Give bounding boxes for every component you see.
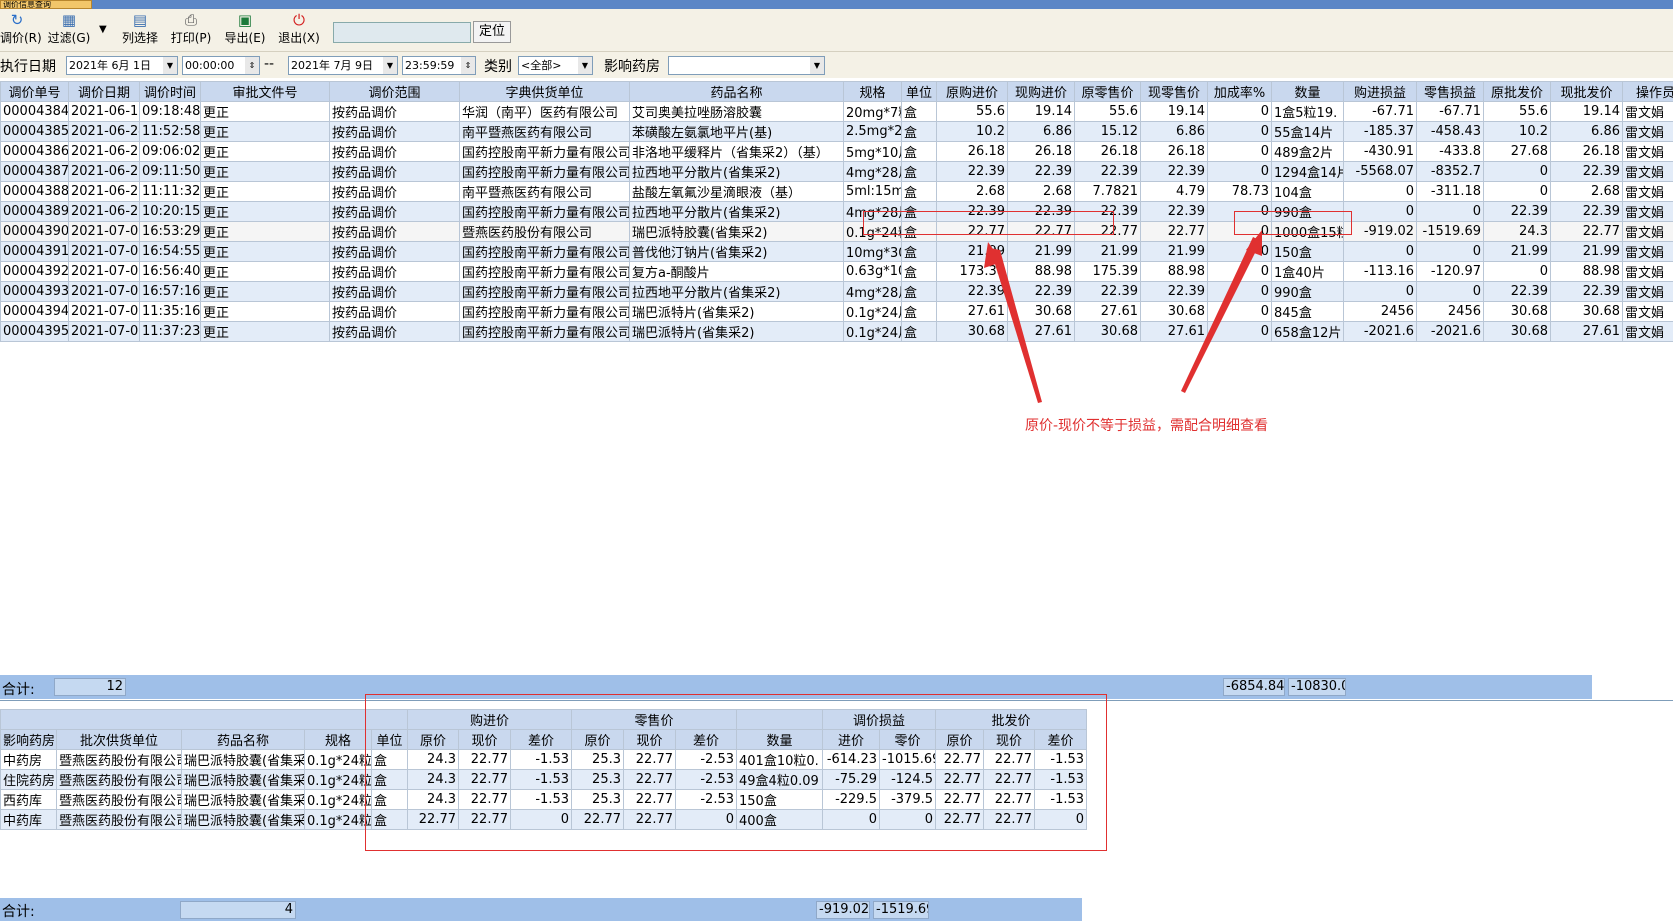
summary-purchase-loss: -6854.84 xyxy=(1223,678,1285,696)
arrow-left-icon xyxy=(990,248,1042,403)
detail-summary-count: 4 xyxy=(180,901,296,919)
table-cell: 瑞巴派特胶囊(省集采2) xyxy=(181,809,305,830)
table-cell: 瑞巴派特胶囊(省集采2) xyxy=(181,789,305,810)
group-header xyxy=(0,709,408,730)
table-cell: 暨燕医药股份有限公司 xyxy=(56,789,182,810)
table-cell: 暨燕医药股份有限公司 xyxy=(56,809,182,830)
column-header[interactable]: 规格 xyxy=(304,729,372,750)
table-cell: 0.1g*24粒 xyxy=(304,809,372,830)
highlight-detail-box xyxy=(365,694,1107,851)
table-cell: 中药库 xyxy=(0,809,57,830)
detail-summary-purchase-loss: -919.02 xyxy=(816,901,870,919)
table-cell: 暨燕医药股份有限公司 xyxy=(56,749,182,770)
table-cell: 中药房 xyxy=(0,749,57,770)
summary-retail-loss: -10830.0 xyxy=(1288,678,1346,696)
table-cell: 住院药房 xyxy=(0,769,57,790)
column-header[interactable]: 影响药房 xyxy=(0,729,57,750)
summary-label: 合计: xyxy=(2,682,35,698)
summary-count: 12 xyxy=(54,678,126,696)
table-cell: 瑞巴派特胶囊(省集采2) xyxy=(181,749,305,770)
table-cell: 0.1g*24粒 xyxy=(304,769,372,790)
column-header[interactable]: 批次供货单位 xyxy=(56,729,182,750)
table-cell: 西药库 xyxy=(0,789,57,810)
arrow-right-icon xyxy=(1181,237,1261,393)
detail-summary-label: 合计: xyxy=(2,904,35,920)
table-cell: 瑞巴派特胶囊(省集采2) xyxy=(181,769,305,790)
annotation-note: 原价-现价不等于损益，需配合明细查看 xyxy=(1025,418,1269,434)
column-header[interactable]: 药品名称 xyxy=(181,729,305,750)
table-cell: 0.1g*24粒 xyxy=(304,749,372,770)
detail-summary-retail-loss: -1519.69 xyxy=(873,901,929,919)
table-cell: 0.1g*24粒 xyxy=(304,789,372,810)
detail-summary-bar: 合计: 4 -919.02 -1519.69 xyxy=(0,898,1082,921)
table-cell: 暨燕医药股份有限公司 xyxy=(56,769,182,790)
